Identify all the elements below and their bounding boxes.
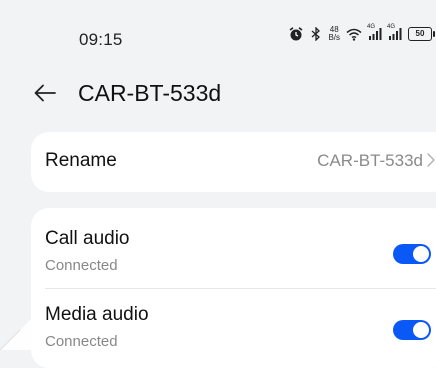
alarm-icon (288, 27, 304, 41)
status-bar: 09:15 48 B/s 4G 4G 50 (0, 0, 436, 80)
media-audio-status: Connected (45, 333, 118, 350)
device-name-value: CAR-BT-533d (317, 151, 423, 170)
rename-card: Rename CAR-BT-533d (31, 132, 436, 192)
audio-card: Call audio Connected Media audio Connect… (31, 208, 436, 368)
call-audio-status: Connected (45, 257, 118, 274)
wifi-icon (346, 28, 362, 41)
toggle-knob (413, 322, 429, 338)
rename-row[interactable]: Rename CAR-BT-533d (31, 132, 436, 192)
call-audio-title: Call audio (45, 228, 130, 249)
media-audio-toggle[interactable] (393, 320, 431, 340)
back-button[interactable] (30, 78, 60, 108)
corner-shape (0, 314, 36, 350)
net-speed-unit: B/s (328, 33, 340, 42)
battery-icon: 50 (408, 27, 435, 41)
page-header: CAR-BT-533d (0, 74, 436, 114)
rename-label: Rename (45, 150, 117, 171)
bluetooth-icon (310, 27, 322, 41)
page-title: CAR-BT-533d (78, 80, 222, 106)
status-time: 09:15 (79, 30, 123, 49)
call-audio-row: Call audio Connected (31, 214, 436, 284)
back-arrow-icon (34, 84, 56, 102)
cellular-signal-icon: 4G (387, 24, 402, 40)
media-audio-title: Media audio (45, 304, 149, 325)
signal-label: 4G (367, 24, 376, 30)
call-audio-toggle[interactable] (393, 244, 431, 264)
signal-label: 4G (387, 24, 396, 30)
status-icons: 48 B/s 4G 4G 50 (288, 24, 435, 42)
divider (45, 288, 436, 289)
toggle-knob (413, 246, 429, 262)
chevron-right-icon (427, 153, 435, 167)
net-speed-indicator: 48 B/s (328, 26, 340, 42)
cellular-signal-icon: 4G (367, 24, 382, 40)
